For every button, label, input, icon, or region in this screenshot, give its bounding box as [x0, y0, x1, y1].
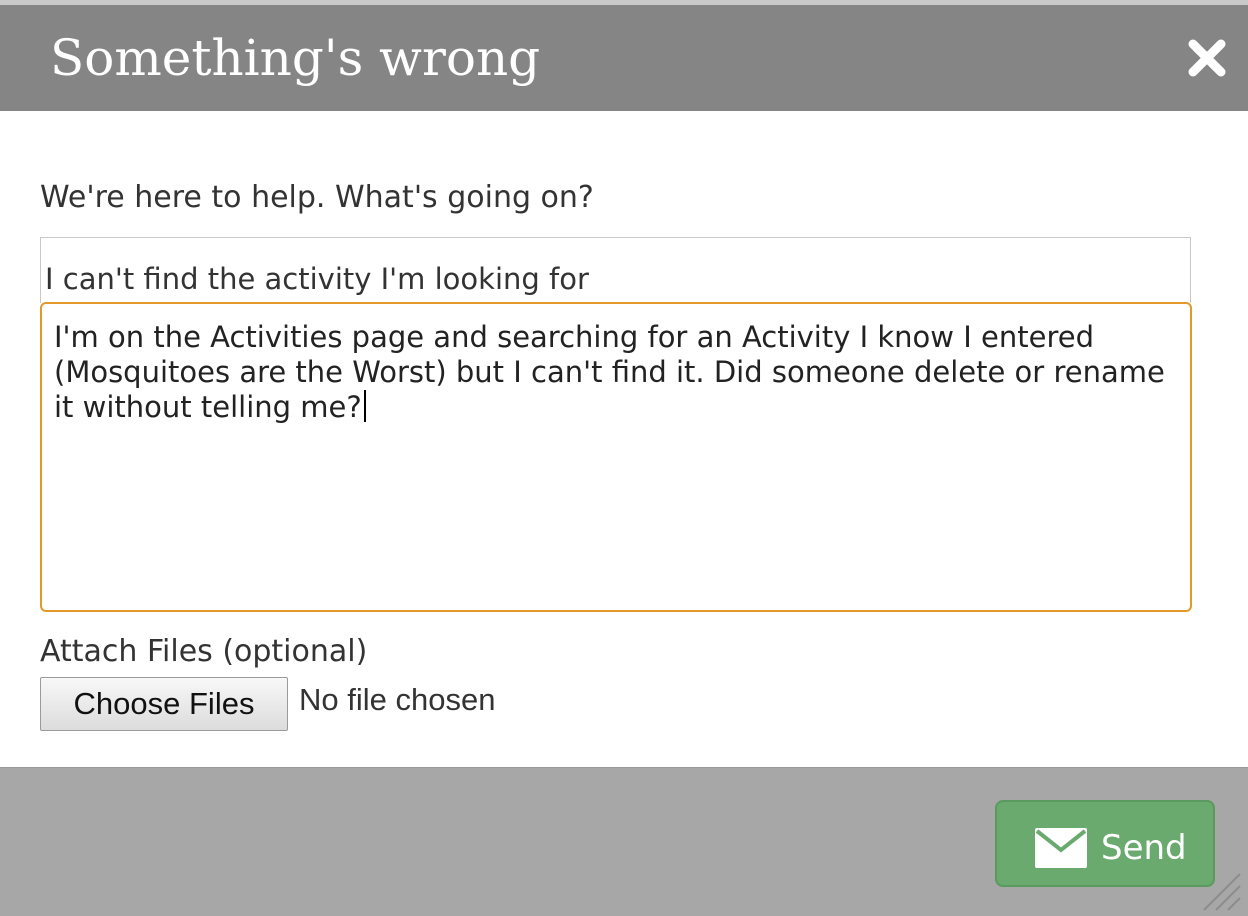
message-text: I'm on the Activities page and searching… — [54, 320, 1165, 424]
dialog-header: Something's wrong — [0, 5, 1248, 111]
dialog-body: We're here to help. What's going on? I'm… — [0, 111, 1248, 767]
message-textarea[interactable]: I'm on the Activities page and searching… — [40, 302, 1192, 612]
dialog-title: Something's wrong — [50, 29, 541, 87]
close-icon — [1188, 39, 1226, 77]
envelope-icon — [1035, 828, 1087, 868]
help-prompt: We're here to help. What's going on? — [40, 180, 594, 215]
text-caret — [363, 390, 366, 422]
dialog-footer: Send — [0, 767, 1248, 916]
subject-input[interactable] — [40, 237, 1191, 303]
close-button[interactable] — [1186, 37, 1228, 79]
no-file-status: No file chosen — [299, 682, 496, 717]
send-button[interactable]: Send — [995, 800, 1215, 887]
window-resize-grip-icon[interactable] — [1198, 868, 1242, 912]
attach-files-label: Attach Files (optional) — [40, 634, 368, 669]
choose-files-button[interactable]: Choose Files — [40, 677, 288, 731]
send-label: Send — [1101, 828, 1187, 868]
